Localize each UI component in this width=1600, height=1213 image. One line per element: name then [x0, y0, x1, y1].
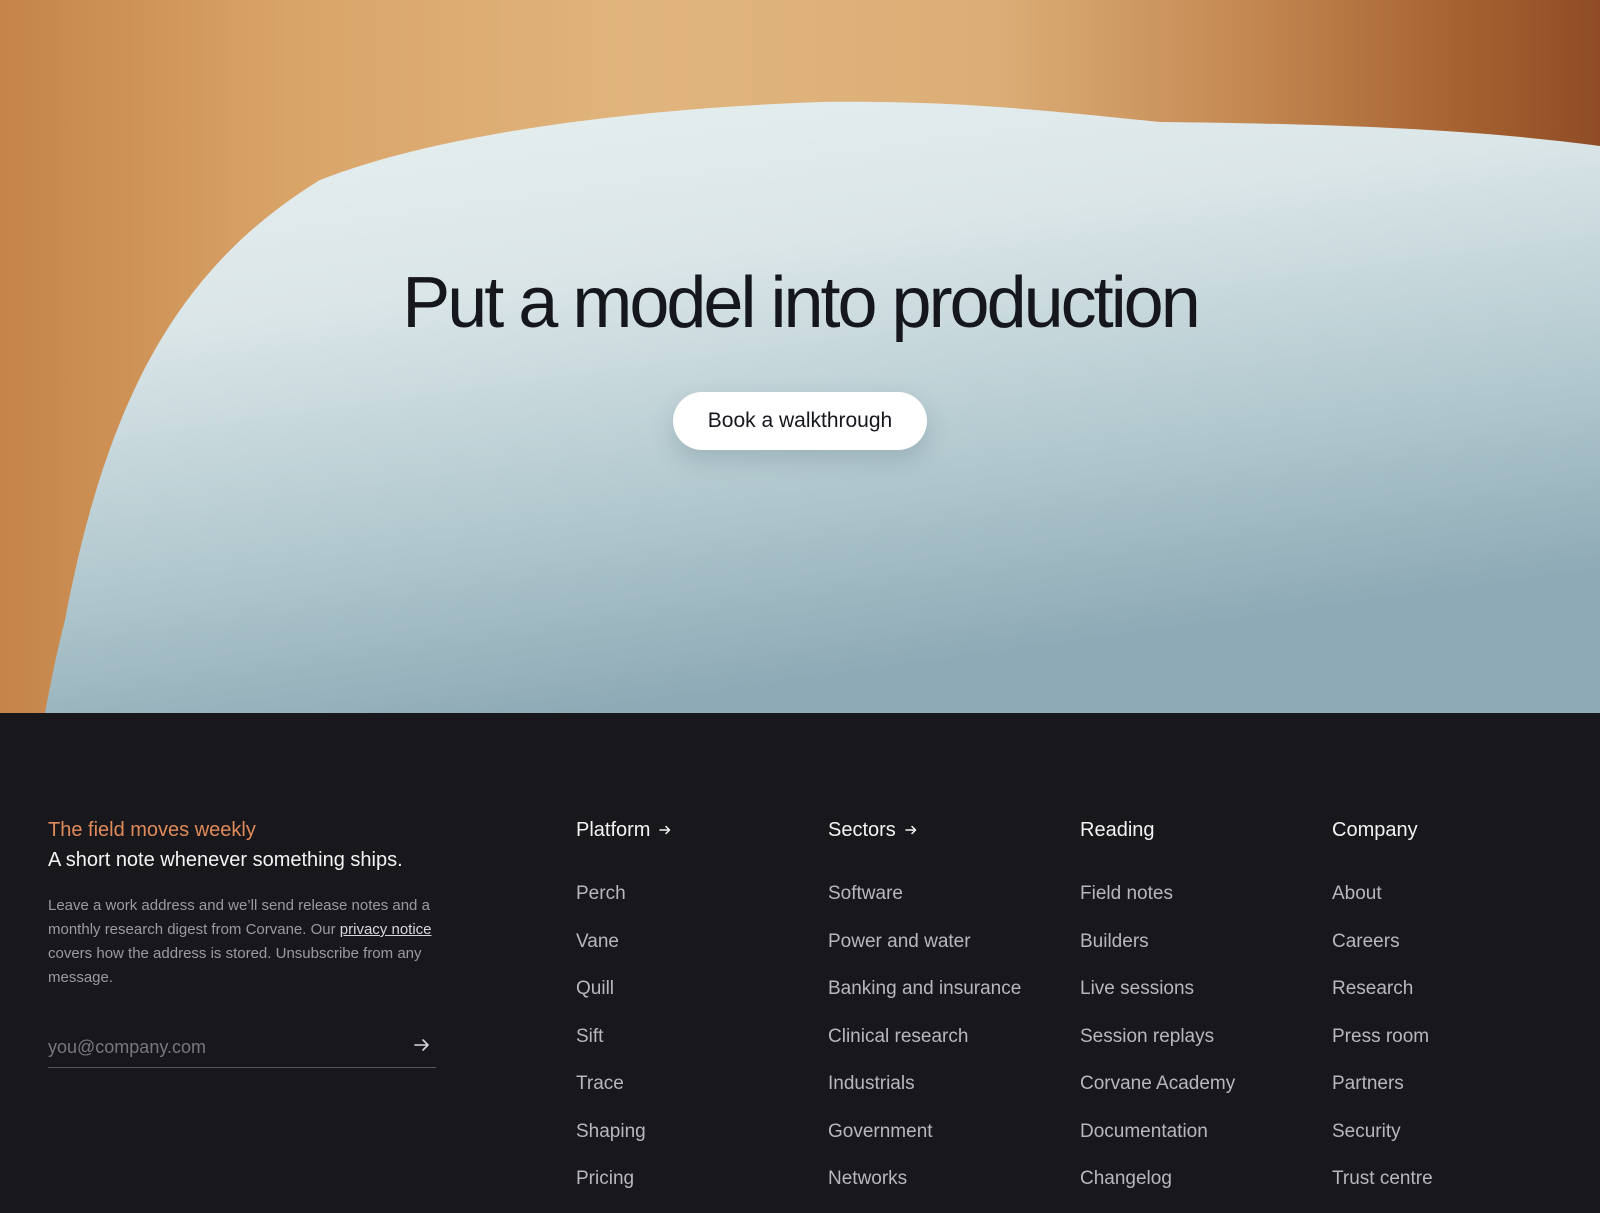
list-item[interactable]: Clinical research — [828, 1023, 1068, 1071]
arrow-right-icon — [659, 825, 671, 835]
list-item[interactable]: Trace — [576, 1070, 816, 1118]
list-item[interactable]: Partners — [1332, 1070, 1572, 1118]
newsletter-signup: The field moves weekly A short note when… — [48, 816, 438, 1068]
list-item[interactable]: Research — [1332, 975, 1572, 1023]
hero-section: Put a model into production Book a walkt… — [0, 0, 1600, 713]
list-item[interactable]: Careers — [1332, 928, 1572, 976]
footer-column-sectors: Sectors Software Power and water Banking… — [828, 816, 1068, 1213]
column-heading: Reading — [1080, 816, 1320, 844]
hero-title: Put a model into production — [402, 263, 1201, 343]
privacy-notice-link[interactable]: privacy notice — [340, 921, 432, 938]
list-item[interactable]: Sift — [576, 1023, 816, 1071]
footer-column-platform: Platform Perch Vane Quill Sift Trace Sha… — [576, 816, 816, 1213]
list-item[interactable]: Perch — [576, 880, 816, 928]
column-heading-label: Platform — [576, 819, 651, 841]
site-footer: The field moves weekly A short note when… — [0, 713, 1600, 1200]
list-item[interactable]: Pricing — [576, 1165, 816, 1213]
list-item[interactable]: Field notes — [1080, 880, 1320, 928]
book-walkthrough-button[interactable]: Book a walkthrough — [673, 392, 927, 450]
footer-column-company: Company About Careers Research Press roo… — [1332, 816, 1572, 1213]
list-item[interactable]: Corvane Academy — [1080, 1070, 1320, 1118]
list-item[interactable]: Live sessions — [1080, 975, 1320, 1023]
list-item[interactable]: Software — [828, 880, 1068, 928]
list-item[interactable]: Press room — [1332, 1023, 1572, 1071]
list-item[interactable]: Builders — [1080, 928, 1320, 976]
arrow-right-icon — [905, 825, 917, 835]
list-item[interactable]: Power and water — [828, 928, 1068, 976]
list-item[interactable]: About — [1332, 880, 1572, 928]
list-item[interactable]: Session replays — [1080, 1023, 1320, 1071]
list-item[interactable]: Banking and insurance — [828, 975, 1068, 1023]
email-field[interactable] — [48, 1028, 388, 1066]
column-heading[interactable]: Sectors — [828, 816, 1068, 844]
column-heading-label: Sectors — [828, 819, 896, 841]
email-signup-row — [48, 1028, 436, 1068]
newsletter-kicker: The field moves weekly — [48, 819, 256, 841]
list-item[interactable]: Documentation — [1080, 1118, 1320, 1166]
hero-background-shape — [45, 101, 1600, 713]
list-item[interactable]: Vane — [576, 928, 816, 976]
list-item[interactable]: Security — [1332, 1118, 1572, 1166]
column-heading-label: Reading — [1080, 819, 1155, 841]
newsletter-body-suffix: covers how the address is stored. Unsubs… — [48, 945, 422, 986]
column-heading: Company — [1332, 816, 1572, 844]
list-item[interactable]: Industrials — [828, 1070, 1068, 1118]
newsletter-heading: A short note whenever something ships. — [48, 849, 403, 871]
column-heading[interactable]: Platform — [576, 816, 816, 844]
list-item[interactable]: Shaping — [576, 1118, 816, 1166]
submit-email-button[interactable] — [410, 1034, 434, 1058]
newsletter-description: Leave a work address and we’ll send rele… — [48, 894, 438, 990]
list-item[interactable]: Quill — [576, 975, 816, 1023]
list-item[interactable]: Trust centre — [1332, 1165, 1572, 1213]
arrow-right-icon — [414, 1038, 429, 1051]
list-item[interactable]: Government — [828, 1118, 1068, 1166]
list-item[interactable]: Networks — [828, 1165, 1068, 1213]
list-item[interactable]: Changelog — [1080, 1165, 1320, 1213]
footer-column-reading: Reading Field notes Builders Live sessio… — [1080, 816, 1320, 1213]
column-heading-label: Company — [1332, 819, 1418, 841]
